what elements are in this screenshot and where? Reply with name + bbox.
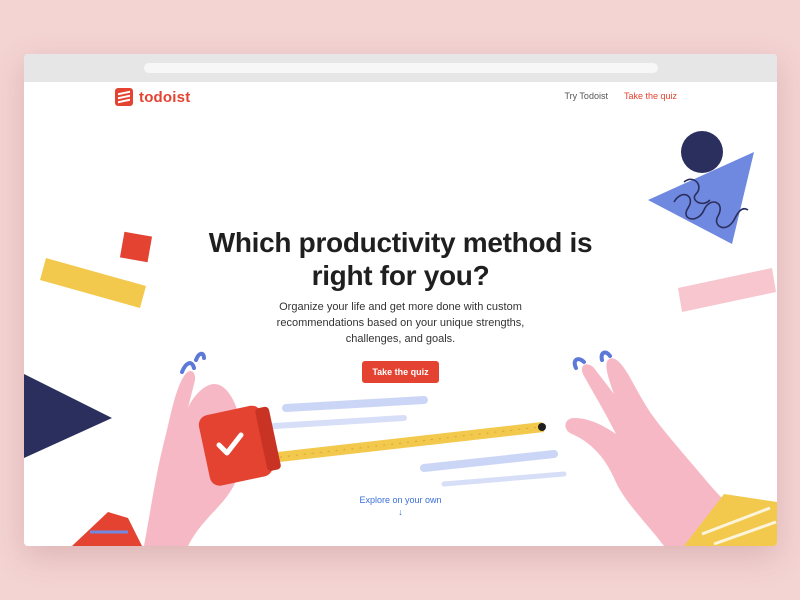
navy-triangle-shape [24,374,112,458]
browser-toolbar [24,54,777,82]
hero-subtitle: Organize your life and get more done wit… [276,301,525,345]
arrow-down-icon[interactable]: ↓ [24,507,777,517]
nav-take-quiz-link[interactable]: Take the quiz [624,91,677,101]
browser-window: todoist Try Todoist Take the quiz Which … [24,54,777,546]
take-quiz-button[interactable]: Take the quiz [362,361,439,383]
hero-section: Which productivity method is right for y… [24,226,777,383]
left-sleeve [72,512,142,546]
explore-link[interactable]: Explore on your own [359,495,441,505]
landing-page: todoist Try Todoist Take the quiz Which … [24,82,777,546]
tape-end-cap [538,423,546,431]
check-icon [216,432,244,456]
top-nav: Try Todoist Take the quiz [564,91,677,101]
explore-section: Explore on your own ↓ [24,495,777,517]
address-bar[interactable] [144,63,658,73]
todoist-logo-icon [115,88,133,106]
brand-logo[interactable]: todoist [115,88,190,106]
page-title: Which productivity method is right for y… [208,227,593,291]
brand-name: todoist [139,88,191,106]
nav-try-todoist-link[interactable]: Try Todoist [564,91,608,101]
navy-circle-shape [681,131,723,173]
